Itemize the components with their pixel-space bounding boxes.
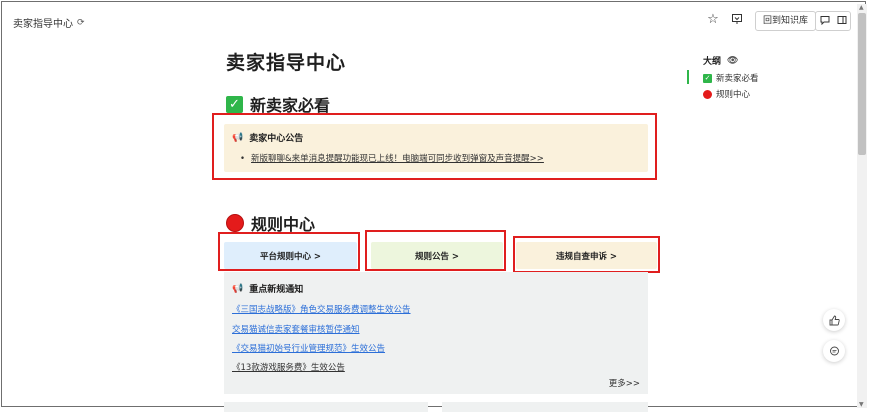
comment-button[interactable] bbox=[823, 340, 845, 362]
outline-item-rules-center[interactable]: 规则中心 bbox=[703, 88, 750, 100]
comment-icon[interactable] bbox=[820, 15, 830, 28]
check-icon: ✓ bbox=[226, 95, 243, 113]
check-icon: ✓ bbox=[703, 73, 712, 83]
news-link[interactable]: 《三国志战略版》角色交易服务费调整生效公告 bbox=[232, 303, 411, 315]
news-link[interactable]: 《交易猫初始号行业管理规范》生效公告 bbox=[232, 342, 385, 354]
scroll-up-arrow-icon[interactable]: ▲ bbox=[859, 4, 864, 11]
doc-title[interactable]: 卖家指导中心 ⟳ bbox=[13, 15, 85, 31]
view-toggle-group bbox=[815, 11, 851, 31]
new-rules-panel: 📢 重点新规通知 《三国志战略版》角色交易服务费调整生效公告 交易猫诚信卖家套餐… bbox=[224, 272, 648, 394]
scroll-thumb[interactable] bbox=[858, 13, 866, 155]
red-circle-icon bbox=[703, 89, 712, 99]
vertical-scrollbar[interactable]: ▲ ▼ bbox=[857, 4, 867, 408]
highlight-box bbox=[513, 236, 660, 273]
highlight-box bbox=[212, 113, 657, 180]
star-icon[interactable]: ☆ bbox=[705, 11, 721, 27]
scroll-down-arrow-icon[interactable]: ▼ bbox=[859, 401, 864, 408]
red-circle-icon bbox=[226, 214, 244, 232]
more-link[interactable]: 更多>> bbox=[609, 377, 640, 389]
document-window: 卖家指导中心 ⟳ ☆ 回到知识库 卖家指导中心 ✓ 新卖家必看 📢 卖家中心公告… bbox=[1, 1, 867, 412]
highlight-box bbox=[218, 232, 360, 271]
news-link[interactable]: 交易猫诚信卖家套餐审核暂停通知 bbox=[232, 323, 360, 335]
eye-off-icon[interactable]: 👁 bbox=[727, 56, 738, 66]
outline-active-indicator bbox=[687, 70, 689, 84]
share-icon[interactable] bbox=[729, 11, 745, 27]
megaphone-icon: 📢 bbox=[232, 283, 244, 294]
news-link[interactable]: 《13款游戏服务费》生效公告 bbox=[232, 361, 345, 373]
sync-icon: ⟳ bbox=[77, 17, 85, 28]
news-title: 重点新规通知 bbox=[249, 285, 304, 295]
page-title: 卖家指导中心 bbox=[226, 52, 347, 74]
outline-header: 大纲 👁 bbox=[703, 55, 739, 68]
sidebar-toggle-icon[interactable] bbox=[837, 15, 847, 28]
back-to-kb-button[interactable]: 回到知识库 bbox=[755, 11, 817, 31]
outline-item-new-seller[interactable]: ✓ 新卖家必看 bbox=[703, 72, 759, 84]
highlight-box bbox=[365, 230, 506, 271]
like-button[interactable] bbox=[823, 309, 845, 331]
card-placeholder bbox=[224, 402, 428, 412]
card-placeholder bbox=[442, 402, 648, 412]
